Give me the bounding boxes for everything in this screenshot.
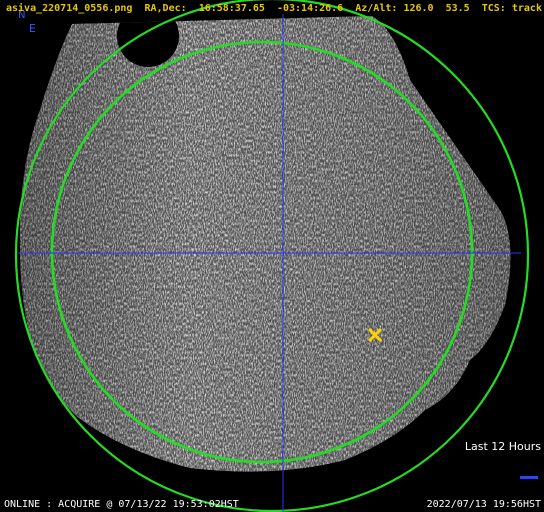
azalt-label: Az/Alt:	[355, 3, 398, 14]
tcs-label: TCS:	[481, 3, 506, 14]
last-hours-label: Last 12 Hours	[464, 440, 541, 453]
timestamp: 2022/07/13 19:56HST	[426, 499, 541, 510]
dec-value: -03:14:26.6	[276, 3, 344, 14]
alt-value: 53.5	[445, 3, 470, 14]
sky-image	[14, 0, 530, 512]
allsky-viewer: asiva_220714_0556.png RA,Dec: 16:58:37.6…	[0, 0, 544, 512]
sky-field	[19, 16, 511, 472]
hours-legend-bar	[520, 476, 538, 479]
az-value: 126.0	[403, 3, 434, 14]
ra-value: 16:58:37.65	[198, 3, 265, 14]
tcs-state: track	[511, 3, 542, 14]
compass-east-label: E	[29, 22, 36, 35]
acquire-status: ONLINE : ACQUIRE @ 07/13/22 19:53:02HST	[4, 499, 239, 510]
radec-label: RA,Dec:	[144, 3, 187, 14]
status-line: asiva_220714_0556.png RA,Dec: 16:58:37.6…	[6, 3, 542, 15]
compass-north-label: N	[18, 10, 26, 21]
